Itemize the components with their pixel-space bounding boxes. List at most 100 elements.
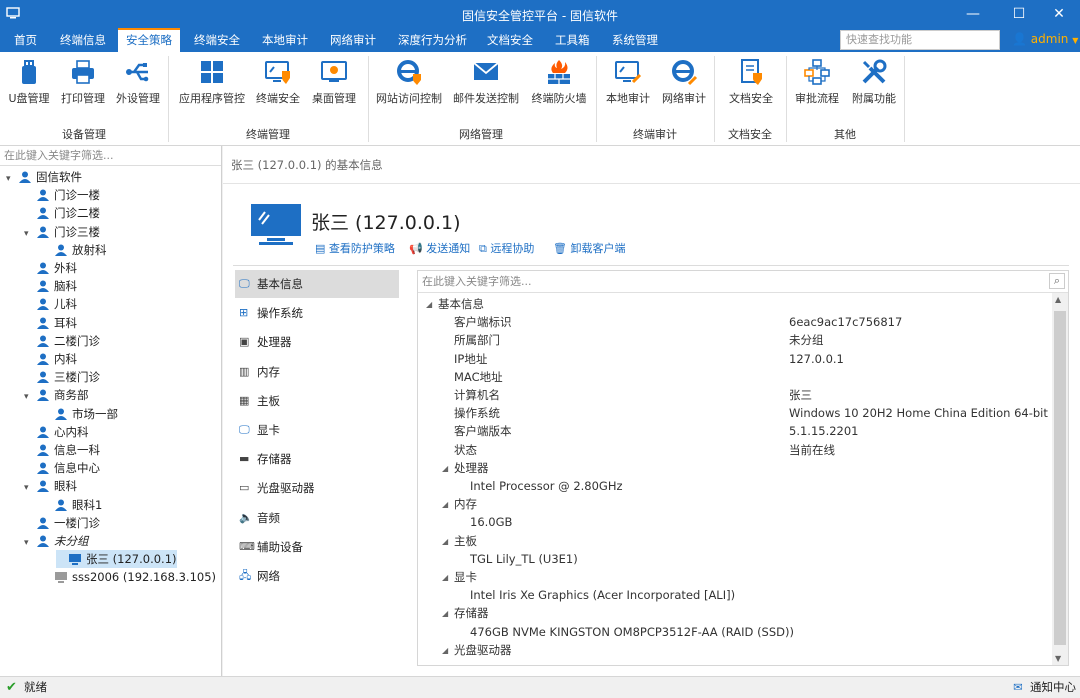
tree-node-department[interactable]: 眼科1 — [42, 496, 102, 514]
category-item[interactable]: ⊞ 操作系统 — [235, 299, 399, 327]
property-section[interactable]: ◢ 主板 — [418, 532, 1054, 550]
mail-control-button[interactable]: 邮件发送控制 — [450, 56, 522, 110]
approval-flow-button[interactable]: 审批流程 — [792, 56, 842, 110]
peripheral-management-button[interactable]: 外设管理 — [113, 56, 163, 110]
local-audit-label: 本地审计 — [606, 92, 650, 105]
app-control-button[interactable]: 应用程序管控 — [176, 56, 248, 110]
menu-local-audit[interactable]: 本地审计 — [254, 28, 316, 52]
notification-center-button[interactable]: 通知中心 — [1030, 677, 1076, 698]
search-icon[interactable]: ⌕ — [1049, 273, 1065, 289]
tree-node-department[interactable]: ▾ 固信软件 — [6, 168, 82, 186]
property-section[interactable]: ◢ 存储器 — [418, 604, 1054, 622]
tree-node-department[interactable]: ▾ 门诊三楼 — [24, 223, 100, 241]
category-item[interactable]: 🖵 基本信息 — [235, 270, 399, 298]
category-item[interactable]: ▥ 内存 — [235, 358, 399, 386]
menu-document-security[interactable]: 文档安全 — [479, 28, 541, 52]
mail-icon: ✉ — [1013, 680, 1023, 694]
menu-security-policy[interactable]: 安全策略 — [118, 28, 180, 52]
category-item[interactable]: 🖵 显卡 — [235, 416, 399, 444]
property-section[interactable]: ◢ 显卡 — [418, 568, 1054, 586]
minimize-button[interactable]: — — [950, 0, 996, 28]
property-section[interactable]: ◢ 内存 — [418, 495, 1054, 513]
tree-node-computer[interactable]: sss2006 (192.168.3.105) — [42, 568, 216, 586]
category-item[interactable]: ▣ 处理器 — [235, 328, 399, 356]
tree-node-department[interactable]: 门诊二楼 — [24, 204, 100, 222]
tree-node-department[interactable]: 一楼门诊 — [24, 514, 100, 532]
tree-node-department[interactable]: 三楼门诊 — [24, 368, 100, 386]
menu-home[interactable]: 首页 — [6, 28, 45, 52]
category-item[interactable]: 🖧 网络 — [235, 562, 399, 590]
print-management-button[interactable]: 打印管理 — [58, 56, 108, 110]
collapse-toggle-icon[interactable]: ▾ — [24, 479, 36, 497]
tree-node-department[interactable]: 心内科 — [24, 423, 89, 441]
menu-behavior-analysis[interactable]: 深度行为分析 — [390, 28, 475, 52]
expand-toggle-icon[interactable]: ◢ — [426, 296, 432, 314]
tree-node-department[interactable]: ▾ 未分组 — [24, 532, 89, 550]
usb-management-button[interactable]: U盘管理 — [6, 56, 52, 110]
expand-toggle-icon[interactable]: ◢ — [442, 496, 448, 514]
tree-node-department[interactable]: 儿科 — [24, 295, 77, 313]
menu-terminal-security[interactable]: 终端安全 — [186, 28, 248, 52]
user-menu[interactable]: 👤 admin ▼ — [1012, 32, 1078, 46]
category-item[interactable]: ⌨ 辅助设备 — [235, 533, 399, 561]
send-notification-label: 发送通知 — [426, 242, 471, 255]
uninstall-client-link[interactable]: 🗑 卸载客户端 — [553, 240, 625, 256]
view-policy-link[interactable]: ▤ 查看防护策略 — [315, 240, 395, 256]
send-notification-link[interactable]: 📢 发送通知 — [409, 240, 470, 256]
tree-node-department[interactable]: 外科 — [24, 259, 77, 277]
property-value: 当前在线 — [789, 442, 835, 457]
expand-toggle-icon[interactable]: ◢ — [442, 605, 448, 623]
tree-filter-input[interactable]: 在此键入关键字筛选... — [0, 146, 221, 166]
property-section[interactable]: ◢ 处理器 — [418, 459, 1054, 477]
menu-terminal-info[interactable]: 终端信息 — [52, 28, 114, 52]
detail-filter-input[interactable]: 在此键入关键字筛选... ⌕ — [418, 271, 1068, 293]
scroll-up-icon[interactable]: ▲ — [1055, 295, 1061, 304]
tree-node-department[interactable]: 门诊一楼 — [24, 186, 100, 204]
expand-toggle-icon[interactable]: ◢ — [442, 533, 448, 551]
tree-node-department[interactable]: 信息中心 — [24, 459, 100, 477]
property-section[interactable]: ◢ 光盘驱动器 — [418, 641, 1054, 659]
user-group-icon — [37, 298, 49, 311]
collapse-toggle-icon[interactable]: ▾ — [24, 225, 36, 243]
menu-network-audit[interactable]: 网络审计 — [322, 28, 384, 52]
desktop-management-button[interactable]: 桌面管理 — [308, 56, 360, 110]
tree-node-computer[interactable]: 张三 (127.0.0.1) — [56, 550, 177, 569]
menu-toolbox[interactable]: 工具箱 — [547, 28, 598, 52]
tree-node-department[interactable]: 信息一科 — [24, 441, 100, 459]
tree-node-department[interactable]: 脑科 — [24, 277, 77, 295]
expand-toggle-icon[interactable]: ◢ — [442, 460, 448, 478]
close-button[interactable]: ✕ — [1036, 0, 1080, 28]
category-item[interactable]: ▬ 存储器 — [235, 445, 399, 473]
scrollbar-thumb[interactable] — [1054, 311, 1066, 645]
quick-search-input[interactable]: 快速查找功能 — [840, 30, 1000, 50]
web-access-control-button[interactable]: 网站访问控制 — [374, 56, 444, 110]
firewall-button[interactable]: 终端防火墙 — [528, 56, 590, 110]
expand-toggle-icon[interactable]: ◢ — [442, 642, 448, 660]
tree-node-label: 信息一科 — [54, 443, 100, 457]
vertical-scrollbar[interactable]: ▲ ▼ — [1052, 293, 1068, 665]
remote-assist-link[interactable]: ⧉ 远程协助 — [479, 240, 534, 256]
tree-node-department[interactable]: ▾ 眼科 — [24, 477, 77, 495]
network-audit-button[interactable]: 网络审计 — [659, 56, 709, 110]
expand-toggle-icon[interactable]: ◢ — [442, 569, 448, 587]
tree-node-department[interactable]: 内科 — [24, 350, 77, 368]
category-item[interactable]: 🔈 音频 — [235, 504, 399, 532]
scroll-down-icon[interactable]: ▼ — [1055, 654, 1061, 663]
collapse-toggle-icon[interactable]: ▾ — [24, 534, 36, 552]
tree-node-department[interactable]: 市场一部 — [42, 405, 118, 423]
collapse-toggle-icon[interactable]: ▾ — [6, 170, 18, 188]
tree-node-department[interactable]: ▾ 商务部 — [24, 386, 89, 404]
tree-node-department[interactable]: 放射科 — [42, 241, 107, 259]
document-security-button[interactable]: 文档安全 — [724, 56, 778, 110]
local-audit-button[interactable]: 本地审计 — [603, 56, 653, 110]
tree-node-department[interactable]: 耳科 — [24, 314, 77, 332]
menu-system-admin[interactable]: 系统管理 — [604, 28, 666, 52]
category-item[interactable]: ▦ 主板 — [235, 387, 399, 415]
extra-functions-button[interactable]: 附属功能 — [848, 56, 900, 110]
category-item[interactable]: ▭ 光盘驱动器 — [235, 474, 399, 502]
terminal-security-button[interactable]: 终端安全 — [253, 56, 303, 110]
tree-node-department[interactable]: 二楼门诊 — [24, 332, 100, 350]
collapse-toggle-icon[interactable]: ▾ — [24, 388, 36, 406]
property-section[interactable]: ◢ 基本信息 — [418, 295, 1054, 313]
monitor-shield-icon — [265, 61, 290, 84]
